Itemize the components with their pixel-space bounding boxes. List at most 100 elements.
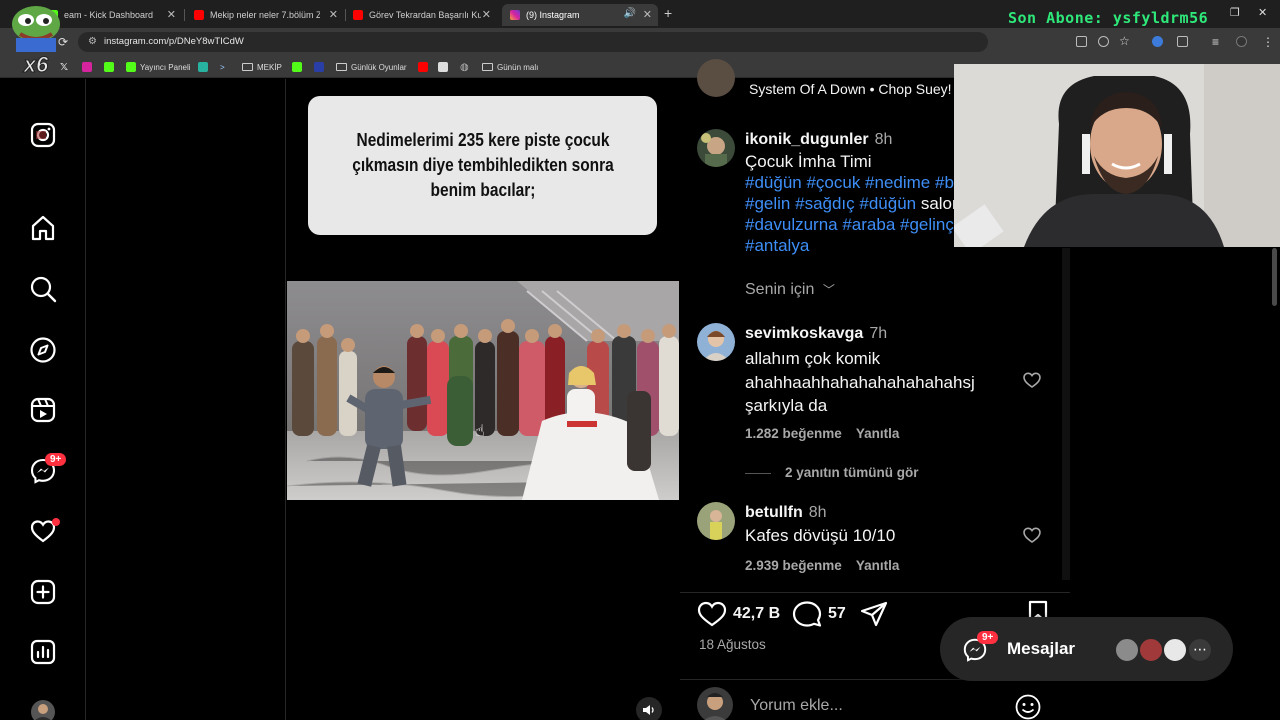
restore-icon[interactable]: ❐: [1230, 6, 1240, 19]
share-icon[interactable]: [860, 600, 888, 628]
tab-youtube-mekip[interactable]: Mekip neler neler 7.bölüm ZOR ✕: [186, 4, 344, 26]
image-icon: [438, 62, 448, 72]
youtube-icon: [194, 10, 204, 20]
bookmark-label: MEKİP: [257, 62, 282, 72]
instagram-logo-icon[interactable]: [28, 120, 58, 150]
music-label[interactable]: System Of A Down • Chop Suey!: [749, 81, 952, 97]
bookmark-globe[interactable]: ◍: [460, 60, 469, 74]
reply-button[interactable]: Yanıtla: [856, 426, 900, 441]
more-icon: ⋯: [1187, 637, 1213, 663]
extensions-icon[interactable]: [1177, 36, 1188, 47]
hashtag-link[interactable]: #düğün: [745, 173, 806, 192]
bookmark-kick[interactable]: [104, 60, 118, 74]
new-tab-button[interactable]: +: [664, 5, 672, 21]
hashtag-link[interactable]: #gelin: [745, 194, 795, 213]
bookmark-folder-gunluk-oyunlar[interactable]: Günlük Oyunlar: [336, 60, 407, 74]
comment-input[interactable]: Yorum ekle...: [750, 697, 1010, 715]
author-avatar[interactable]: [697, 129, 735, 167]
commenter-avatar[interactable]: [697, 502, 735, 540]
comment-likes[interactable]: 2.939 beğenme: [745, 558, 842, 573]
mute-button[interactable]: [636, 697, 662, 720]
bookmark-prompt[interactable]: >: [220, 60, 225, 74]
hashtag-link[interactable]: #çocuk: [806, 173, 865, 192]
dashboard-icon[interactable]: [28, 637, 58, 667]
hashtag-link[interactable]: #antalya: [745, 236, 809, 255]
bookmark-star-icon[interactable]: ☆: [1119, 34, 1130, 48]
tab-instagram[interactable]: (9) Instagram 🔊 ✕: [502, 4, 658, 26]
username-text[interactable]: sevimkoskavga: [745, 325, 863, 342]
user-avatar: [697, 687, 733, 720]
tab-divider: [184, 9, 185, 21]
bookmark-kick-2[interactable]: [292, 60, 306, 74]
menu-icon[interactable]: ⋮: [1262, 35, 1274, 49]
bookmark-label: Yayıncı Paneli: [140, 62, 191, 72]
username-text[interactable]: betullfn: [745, 504, 803, 521]
comments-scrollbar[interactable]: [1062, 248, 1070, 580]
like-count[interactable]: 42,7 B: [733, 605, 780, 623]
like-comment-icon[interactable]: [1022, 525, 1042, 545]
comment-text: allahım çok komik ahahhaahhahahahahahaha…: [745, 347, 1005, 418]
bookmark-app-2[interactable]: [314, 60, 328, 74]
hashtag-link[interactable]: #düğün: [859, 194, 920, 213]
site-info-icon[interactable]: ⚙: [88, 32, 97, 52]
extension-shield-icon[interactable]: [1152, 36, 1163, 47]
reply-button[interactable]: Yanıtla: [856, 558, 900, 573]
zoom-icon[interactable]: [1098, 36, 1109, 47]
messages-button[interactable]: 9+ Mesajlar ⋯: [940, 617, 1233, 681]
speaker-icon[interactable]: 🔊: [624, 8, 636, 19]
kick-icon: [292, 62, 302, 72]
close-window-icon[interactable]: ✕: [1258, 6, 1267, 19]
bookmark-label: Günün malı: [497, 62, 539, 72]
reels-icon[interactable]: [28, 395, 58, 425]
home-icon[interactable]: [28, 213, 58, 243]
username-text[interactable]: ikonik_dugunler: [745, 131, 869, 148]
reading-list-icon[interactable]: ≡: [1212, 35, 1219, 49]
youtube-icon: [418, 62, 428, 72]
bookmark-app[interactable]: [198, 60, 212, 74]
replies-line: [745, 472, 771, 474]
explore-icon[interactable]: [28, 335, 58, 365]
tab-youtube-gorev[interactable]: Görev Tekrardan Başarılı Kumta ✕: [345, 4, 497, 26]
hashtag-link[interactable]: #sağdıç: [795, 194, 859, 213]
close-icon[interactable]: ✕: [643, 8, 652, 21]
kick-icon: [104, 62, 114, 72]
bookmark-folder-mekip[interactable]: MEKİP: [242, 60, 282, 74]
profile-icon[interactable]: [1236, 36, 1247, 47]
youtube-icon: [353, 10, 363, 20]
author-username[interactable]: ikonik_dugunler 8h: [745, 131, 892, 149]
install-app-icon[interactable]: [1076, 36, 1087, 47]
profile-avatar[interactable]: [28, 697, 58, 720]
bookmark-image[interactable]: [438, 60, 452, 74]
hashtag-link[interactable]: #davulzurna: [745, 215, 842, 234]
like-comment-icon[interactable]: [1022, 370, 1042, 390]
bookmark-folder-gunun-mali[interactable]: Günün malı: [482, 60, 538, 74]
bookmark-yayinci-paneli[interactable]: Yayıncı Paneli: [126, 60, 191, 74]
close-icon[interactable]: ✕: [482, 8, 491, 21]
page-scroll-thumb[interactable]: [1272, 248, 1277, 306]
comment-username[interactable]: sevimkoskavga 7h: [745, 325, 887, 343]
post-time: 8h: [874, 131, 893, 148]
commenter-avatar[interactable]: [697, 323, 735, 361]
tab-title: Görev Tekrardan Başarılı Kumta: [369, 10, 481, 20]
like-icon[interactable]: [697, 600, 727, 628]
hashtag-link[interactable]: #araba: [842, 215, 900, 234]
close-icon[interactable]: ✕: [167, 8, 176, 21]
notification-badge: 9+: [45, 453, 67, 466]
view-replies-button[interactable]: 2 yanıtın tümünü gör: [745, 465, 919, 480]
comment-icon[interactable]: [792, 600, 822, 628]
bookmark-youtube[interactable]: [418, 60, 432, 74]
create-icon[interactable]: [28, 577, 58, 607]
hashtag-link[interactable]: #nedime: [865, 173, 935, 192]
sort-dropdown[interactable]: Senin için ﹀: [745, 281, 835, 299]
emoji-icon[interactable]: [1014, 693, 1042, 720]
music-avatar: [697, 59, 735, 97]
bookmark-instagram[interactable]: [82, 60, 96, 74]
comment-username[interactable]: betullfn 8h: [745, 504, 827, 522]
search-icon[interactable]: [28, 274, 58, 304]
close-icon[interactable]: ✕: [329, 8, 338, 21]
caption-line: #davulzurna #araba #gelinçiç: [745, 214, 980, 235]
comment-count[interactable]: 57: [828, 605, 846, 623]
post-video[interactable]: ☝: [287, 281, 679, 500]
url-field[interactable]: ⚙ instagram.com/p/DNeY8wTICdW: [78, 32, 988, 52]
comment-likes[interactable]: 1.282 beğenme: [745, 426, 842, 441]
